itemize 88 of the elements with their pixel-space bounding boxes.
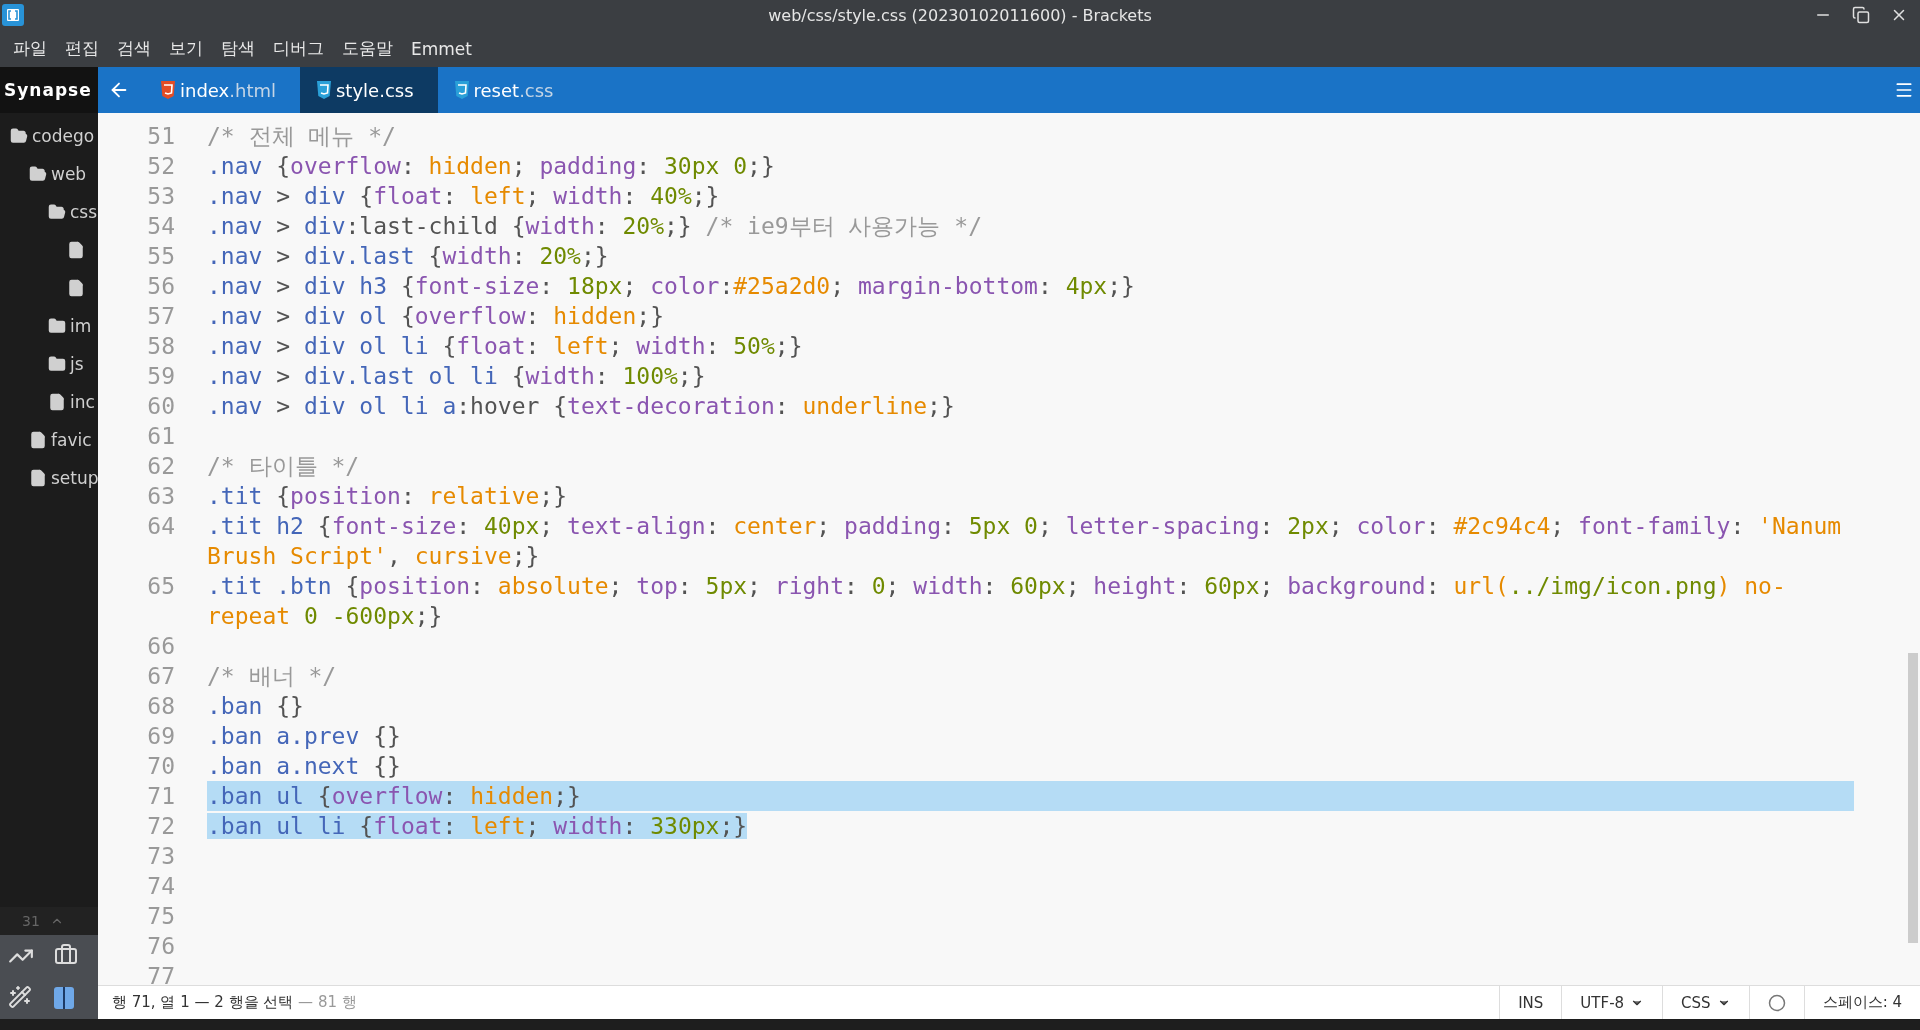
folder-icon (29, 165, 47, 183)
file-icon (48, 393, 66, 411)
tree-item[interactable]: web (0, 155, 87, 193)
tree-item[interactable]: setup (0, 459, 98, 497)
code-line: /* 타이틀 */ (207, 453, 360, 479)
code-line: .nav > div:last-child {width: 20%;} /* ie9부터 사용가능 */ (207, 213, 983, 239)
line-number: 75 (146, 902, 176, 931)
tree-item[interactable]: css (0, 193, 98, 231)
code-line: .ban {} (207, 693, 304, 719)
menu-item[interactable]: 탐색 (212, 37, 264, 60)
project-title: Synapse (0, 67, 98, 113)
code-line: .nav > div ol li a:hover {text-decoration: underline;} (207, 393, 955, 419)
briefcase-icon[interactable] (54, 943, 78, 967)
line-number: 70 (146, 752, 176, 781)
magic-wand-icon[interactable] (8, 985, 32, 1009)
file-icon (29, 469, 47, 487)
line-number: 53 (146, 182, 176, 211)
tree-item[interactable]: favic (0, 421, 92, 459)
menu-icon[interactable] (1894, 80, 1914, 100)
code-line: .ban a.next {} (207, 753, 401, 779)
code-line: .tit {position: relative;} (207, 483, 568, 509)
scrollbar-thumb[interactable] (1908, 653, 1918, 943)
menu-item[interactable]: 도움말 (333, 37, 402, 60)
code-line: .nav > div {float: left; width: 40%;} (207, 183, 720, 209)
code-line: .nav {overflow: hidden; padding: 30px 0;} (207, 153, 775, 179)
line-number: 55 (146, 242, 176, 271)
line-number: 77 (146, 962, 176, 991)
line-number: 54 (146, 212, 176, 241)
app-logo-icon (2, 4, 24, 26)
file-icon (67, 241, 85, 259)
menu-item[interactable]: 파일 (4, 37, 56, 60)
code-line: .nav > div h3 {font-size: 18px; color:#25a2d0; margin-bottom: 4px;} (207, 273, 1135, 299)
line-number: 64 (146, 512, 176, 541)
folder-icon (10, 127, 28, 145)
line-number: 66 (146, 632, 176, 661)
html-file-icon (160, 81, 176, 99)
file-icon (67, 279, 85, 297)
line-number: 69 (146, 722, 176, 751)
code-line: .nav > div ol li {float: left; width: 50%;} (207, 333, 803, 359)
line-number: 72 (146, 812, 176, 841)
line-number: 56 (146, 272, 176, 301)
cursor-position: 행 71, 열 1 — 2 행을 선택 — 81 행 (111, 993, 357, 1012)
line-number: 51 (146, 122, 176, 151)
file-tab[interactable]: style.css (300, 67, 438, 113)
css-file-icon (316, 81, 332, 99)
line-number: 52 (146, 152, 176, 181)
line-number: 71 (146, 782, 176, 811)
code-line: .tit h2 {font-size: 40px; text-align: center; padding: 5px 0; letter-spacing: 2px; color: #2c94c4; font-family: 'Nanum Brush Script', cursive;} (207, 513, 1843, 569)
tree-item[interactable]: im (0, 307, 92, 345)
line-number: 60 (146, 392, 176, 421)
code-line: .nav > div.last ol li {width: 100%;} (207, 363, 706, 389)
line-number: 61 (146, 422, 176, 451)
code-line: .nav > div ol {overflow: hidden;} (207, 303, 664, 329)
folder-icon (48, 317, 66, 335)
line-number: 58 (146, 332, 176, 361)
menu-item[interactable]: Emmet (402, 38, 481, 59)
menu-item[interactable]: 디버그 (264, 37, 333, 60)
css-file-icon (453, 81, 470, 99)
code-line: .tit .btn {position: absolute; top: 5px; right: 0; width: 60px; height: 60px; background: url(../img/icon.png) no-repeat 0 -600px;} (207, 573, 1786, 629)
file-tab[interactable]: reset.css (437, 67, 578, 113)
line-number: 59 (146, 362, 176, 391)
code-line: .nav > div.last {width: 20%;} (207, 243, 609, 269)
menu-item[interactable]: 보기 (160, 37, 212, 60)
tree-item[interactable]: inc (0, 383, 95, 421)
line-number: 63 (146, 482, 176, 511)
line-number: 67 (146, 662, 176, 691)
line-number: 73 (146, 842, 176, 871)
menu-item[interactable]: 검색 (108, 37, 160, 60)
file-tab[interactable]: index.html (144, 67, 300, 113)
code-line: /* 배너 */ (207, 663, 337, 689)
tree-item[interactable]: codego (0, 117, 95, 155)
line-number: 74 (146, 872, 176, 901)
line-number: 68 (146, 692, 176, 721)
file-icon (29, 431, 47, 449)
tree-item[interactable]: js (0, 345, 84, 383)
count-label: 31 (22, 913, 40, 929)
folder-icon (48, 203, 66, 221)
line-number: 62 (146, 452, 176, 481)
line-number: 57 (146, 302, 176, 331)
code-line: /* 전체 메뉴 */ (207, 123, 396, 149)
window-title: web/css/style.css (20230102011600) - Brackets (768, 5, 1152, 25)
folder-icon (48, 355, 66, 373)
menu-item[interactable]: 편집 (56, 37, 108, 60)
line-number: 76 (146, 932, 176, 961)
code-line: .ban a.prev {} (207, 723, 401, 749)
line-number: 65 (146, 572, 176, 601)
restore-icon[interactable] (1852, 6, 1870, 24)
extension-icon[interactable] (52, 985, 76, 1011)
